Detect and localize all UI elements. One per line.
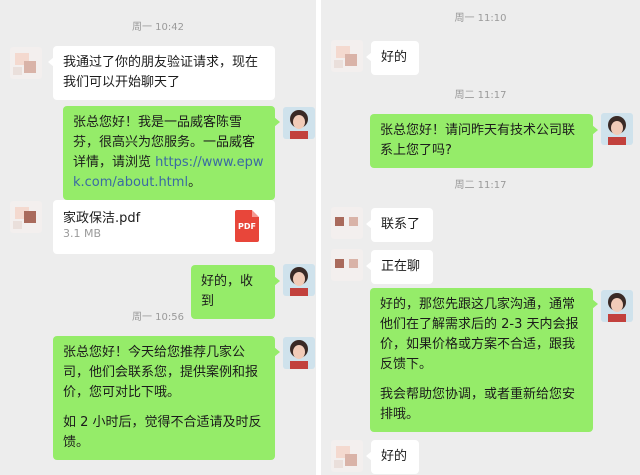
file-name: 家政保洁.pdf (63, 211, 141, 226)
message-bubble-sent[interactable]: 张总您好！我是一品威客陈雪芬，很高兴为您服务。一品威客详情，请浏览 https:… (63, 106, 280, 200)
message-text-paragraph: 如 2 小时后，觉得不合适请及时反馈。 (63, 415, 262, 450)
user-avatar[interactable] (601, 290, 633, 322)
message-bubble-sent[interactable]: 好的，那您先跟这几家沟通，通常他们在了解需求后的 2-3 天内会报价，如果价格或… (370, 288, 598, 432)
timestamp: 周一 10:56 (132, 312, 184, 323)
file-size: 3.1 MB (63, 227, 102, 240)
message-bubble-sent[interactable]: 张总您好！今天给您推荐几家公司，他们会联系您，提供案例和报价，您可对比下哦。 如… (53, 336, 280, 460)
user-avatar[interactable] (283, 337, 315, 369)
contact-avatar[interactable] (331, 207, 363, 239)
timestamp: 周一 11:10 (454, 13, 507, 24)
contact-avatar[interactable] (331, 440, 363, 472)
message-bubble-received[interactable]: 好的 (366, 41, 419, 75)
contact-avatar[interactable] (331, 40, 363, 72)
timestamp: 周二 11:17 (454, 180, 507, 191)
pdf-file-icon: PDF (235, 210, 259, 242)
contact-avatar[interactable] (10, 201, 42, 233)
message-text: 好的，那您先跟这几家沟通，通常他们在了解需求后的 2-3 天内会报价，如果价格或… (380, 297, 579, 372)
contact-avatar[interactable] (10, 47, 42, 79)
timestamp: 周二 11:17 (454, 90, 507, 101)
message-text-end: 。 (188, 175, 202, 190)
message-bubble-received[interactable]: 好的 (366, 440, 419, 474)
chat-panel-left[interactable]: 周一 10:42 我通过了你的朋友验证请求，现在我们可以开始聊天了 张总您好！我… (0, 0, 316, 475)
timestamp: 周一 10:42 (132, 22, 184, 33)
user-avatar[interactable] (283, 107, 315, 139)
message-bubble-received[interactable]: 联系了 (366, 208, 433, 242)
message-bubble-sent[interactable]: 好的，收到 (191, 265, 280, 319)
user-avatar[interactable] (601, 113, 633, 145)
chat-panel-right[interactable]: 周一 11:10 好的 周二 11:17 张总您好！请问昨天有技术公司联系上您了… (321, 0, 640, 475)
message-bubble-received[interactable]: 正在聊 (366, 250, 433, 284)
file-message-card[interactable]: 家政保洁.pdf 3.1 MB PDF (53, 200, 275, 254)
contact-avatar[interactable] (331, 249, 363, 281)
message-text: 张总您好！今天给您推荐几家公司，他们会联系您，提供案例和报价，您可对比下哦。 (63, 345, 259, 400)
message-bubble-sent[interactable]: 张总您好！请问昨天有技术公司联系上您了吗? (370, 114, 598, 168)
message-text-paragraph: 我会帮助您协调，或者重新给您安排哦。 (380, 387, 576, 422)
message-bubble-received[interactable]: 我通过了你的朋友验证请求，现在我们可以开始聊天了 (48, 46, 275, 100)
user-avatar[interactable] (283, 264, 315, 296)
